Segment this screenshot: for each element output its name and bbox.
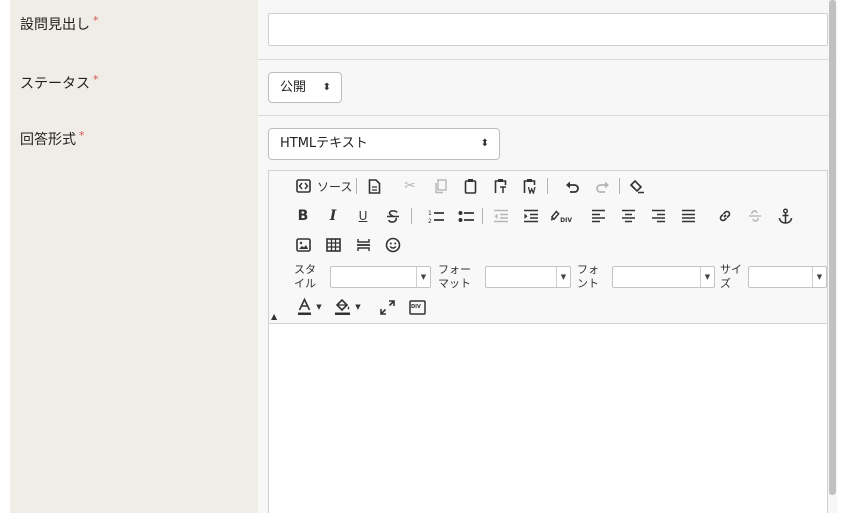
background-color-dropdown-icon[interactable]: ▼ — [353, 297, 363, 317]
text-color-icon[interactable] — [296, 297, 312, 317]
link-icon[interactable] — [715, 206, 735, 226]
paste-text-icon[interactable] — [490, 176, 510, 196]
text-color-dropdown-icon[interactable]: ▼ — [314, 297, 324, 317]
strikethrough-icon[interactable] — [385, 206, 401, 226]
undo-icon[interactable] — [562, 176, 582, 196]
toolbar-separator — [356, 178, 357, 194]
required-mark: * — [79, 129, 85, 142]
anchor-icon[interactable] — [775, 206, 795, 226]
status-label: ステータス * — [20, 73, 99, 92]
image-icon[interactable] — [294, 235, 312, 255]
font-combo-label: フォ ント — [577, 263, 599, 290]
collapse-toolbar-icon[interactable]: ▲ — [271, 312, 277, 321]
redo-icon[interactable] — [592, 176, 612, 196]
editor-content-area[interactable] — [269, 323, 827, 524]
dropdown-arrow-icon: ▼ — [556, 267, 570, 287]
cut-icon[interactable]: ✂ — [400, 176, 420, 196]
outdent-icon[interactable] — [491, 206, 511, 226]
svg-text:1: 1 — [428, 210, 432, 217]
show-blocks-icon[interactable]: DIV — [407, 297, 427, 317]
svg-text:2: 2 — [428, 218, 432, 224]
toolbar-separator — [619, 178, 620, 194]
row-divider — [258, 115, 837, 116]
align-right-icon[interactable] — [648, 206, 668, 226]
select-arrow-icon: ⬍ — [480, 138, 489, 149]
row-divider — [258, 59, 837, 60]
toolbar-separator — [411, 208, 412, 224]
table-icon[interactable] — [324, 235, 342, 255]
dropdown-arrow-icon: ▼ — [700, 267, 714, 287]
answer-format-select[interactable]: HTMLテキスト ⬍ — [268, 128, 500, 160]
source-button[interactable]: ソース — [317, 176, 352, 196]
question-heading-input[interactable] — [268, 13, 828, 46]
remove-format-icon[interactable] — [627, 176, 647, 196]
font-combo[interactable]: ▼ — [612, 266, 715, 288]
rich-text-editor: ソース ✂ B I U 12 DIV スタ イル ▼ フォー マット ▼ フォ … — [268, 170, 828, 524]
paste-word-icon[interactable] — [520, 176, 540, 196]
answer-format-label: 回答形式 * — [20, 129, 85, 148]
question-heading-label: 設問見出し * — [20, 14, 99, 33]
underline-icon[interactable]: U — [355, 206, 371, 226]
italic-icon[interactable]: I — [325, 206, 341, 226]
style-combo-label: スタ イル — [294, 263, 316, 290]
style-combo[interactable]: ▼ — [330, 266, 431, 288]
new-page-icon[interactable] — [364, 176, 384, 196]
required-mark: * — [93, 14, 99, 27]
horizontal-line-icon[interactable] — [354, 235, 372, 255]
size-combo[interactable]: ▼ — [748, 266, 827, 288]
create-div-icon[interactable]: DIV — [550, 206, 572, 226]
vertical-scrollbar[interactable] — [829, 0, 836, 495]
dropdown-arrow-icon: ▼ — [812, 267, 826, 287]
bold-icon[interactable]: B — [295, 206, 311, 226]
smiley-icon[interactable] — [384, 235, 402, 255]
toolbar-separator — [482, 208, 483, 224]
copy-icon[interactable] — [430, 176, 450, 196]
bulleted-list-icon[interactable] — [456, 206, 476, 226]
background-color-icon[interactable] — [333, 297, 351, 317]
align-left-icon[interactable] — [588, 206, 608, 226]
format-combo[interactable]: ▼ — [485, 266, 571, 288]
numbered-list-icon[interactable]: 12 — [426, 206, 446, 226]
dropdown-arrow-icon: ▼ — [416, 267, 430, 287]
maximize-icon[interactable] — [377, 297, 397, 317]
indent-icon[interactable] — [521, 206, 541, 226]
align-center-icon[interactable] — [618, 206, 638, 226]
align-justify-icon[interactable] — [678, 206, 698, 226]
paste-icon[interactable] — [460, 176, 480, 196]
required-mark: * — [93, 73, 99, 86]
status-select[interactable]: 公開 ⬍ — [268, 72, 342, 103]
toolbar-separator — [547, 178, 548, 194]
source-icon[interactable] — [293, 176, 313, 196]
unlink-icon[interactable] — [745, 206, 765, 226]
format-combo-label: フォー マット — [438, 263, 471, 290]
select-arrow-icon: ⬍ — [322, 82, 331, 93]
size-combo-label: サイ ズ — [720, 263, 742, 290]
